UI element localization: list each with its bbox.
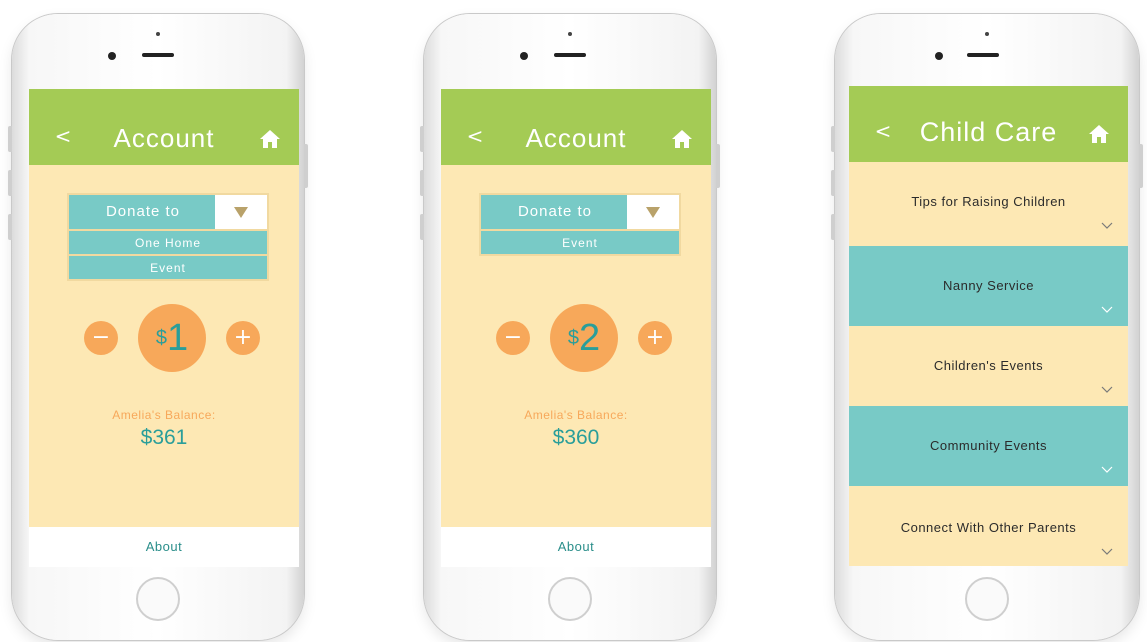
donate-dropdown[interactable]: Donate to Event bbox=[479, 193, 681, 256]
home-icon[interactable] bbox=[259, 129, 281, 149]
phone-home-button bbox=[136, 577, 180, 621]
dropdown-option-event[interactable]: Event bbox=[479, 231, 681, 256]
chevron-down-icon bbox=[1101, 466, 1113, 473]
phone-mockup-2: < Account Donate to Event − $2 + Amelia'… bbox=[420, 14, 720, 640]
proximity-sensor bbox=[985, 32, 989, 36]
balance-label: Amelia's Balance: bbox=[524, 408, 628, 422]
phone-mockup-1: < Account Donate to One Home Event − $1 … bbox=[8, 14, 308, 640]
proximity-sensor bbox=[156, 32, 160, 36]
dropdown-option-event[interactable]: Event bbox=[67, 256, 269, 281]
child-care-screen: < Child Care Tips for Raising Children N… bbox=[849, 86, 1128, 566]
amount-stepper: − $2 + bbox=[441, 303, 711, 373]
menu-item-label: Nanny Service bbox=[942, 278, 1035, 293]
about-link[interactable]: About bbox=[441, 527, 711, 567]
currency-symbol: $ bbox=[155, 327, 167, 349]
amount-display: $2 bbox=[550, 304, 618, 372]
increment-button[interactable]: + bbox=[638, 321, 672, 355]
menu-item-label: Children's Events bbox=[933, 358, 1044, 373]
app-header: < Account bbox=[441, 89, 711, 165]
dropdown-header[interactable]: Donate to bbox=[479, 193, 681, 231]
triangle-down-icon[interactable] bbox=[215, 195, 267, 229]
amount-stepper: − $1 + bbox=[29, 303, 299, 373]
dropdown-label: Donate to bbox=[105, 203, 181, 220]
chevron-down-icon bbox=[1101, 548, 1113, 555]
increment-button[interactable]: + bbox=[226, 321, 260, 355]
app-header: < Child Care bbox=[849, 86, 1128, 162]
account-screen: < Account Donate to Event − $2 + Amelia'… bbox=[441, 89, 711, 567]
dropdown-label: Donate to bbox=[517, 203, 593, 220]
menu-item-childrens-events[interactable]: Children's Events bbox=[849, 326, 1128, 406]
front-camera bbox=[520, 52, 528, 60]
chevron-down-icon bbox=[1101, 306, 1113, 313]
chevron-down-icon bbox=[1101, 386, 1113, 393]
dropdown-header[interactable]: Donate to bbox=[67, 193, 269, 231]
front-camera bbox=[108, 52, 116, 60]
earpiece-speaker bbox=[554, 53, 586, 57]
phone-home-button bbox=[965, 577, 1009, 621]
dropdown-option-one-home[interactable]: One Home bbox=[67, 231, 269, 256]
balance-value: $361 bbox=[140, 426, 188, 449]
front-camera bbox=[935, 52, 943, 60]
currency-symbol: $ bbox=[567, 327, 579, 349]
triangle-down-icon[interactable] bbox=[627, 195, 679, 229]
menu-item-label: Connect With Other Parents bbox=[900, 520, 1077, 535]
page-title: Child Care bbox=[919, 117, 1058, 147]
about-link[interactable]: About bbox=[29, 527, 299, 567]
decrement-button[interactable]: − bbox=[496, 321, 530, 355]
menu-item-tips-for-raising-children[interactable]: Tips for Raising Children bbox=[849, 162, 1128, 242]
earpiece-speaker bbox=[142, 53, 174, 57]
balance-label: Amelia's Balance: bbox=[112, 408, 216, 422]
phone-mockup-3: < Child Care Tips for Raising Children N… bbox=[831, 14, 1143, 640]
donate-dropdown[interactable]: Donate to One Home Event bbox=[67, 193, 269, 281]
phone-home-button bbox=[548, 577, 592, 621]
balance-value: $360 bbox=[552, 426, 600, 449]
amount-value: 2 bbox=[578, 317, 601, 359]
menu-item-label: Tips for Raising Children bbox=[911, 194, 1066, 209]
earpiece-speaker bbox=[967, 53, 999, 57]
menu-item-label: Community Events bbox=[929, 438, 1048, 453]
proximity-sensor bbox=[568, 32, 572, 36]
chevron-down-icon bbox=[1101, 222, 1113, 229]
home-icon[interactable] bbox=[1088, 124, 1110, 144]
account-screen: < Account Donate to One Home Event − $1 … bbox=[29, 89, 299, 567]
decrement-button[interactable]: − bbox=[84, 321, 118, 355]
app-header: < Account bbox=[29, 89, 299, 165]
menu-item-community-events[interactable]: Community Events bbox=[849, 406, 1128, 486]
menu-item-nanny-service[interactable]: Nanny Service bbox=[849, 246, 1128, 326]
menu-item-connect-with-other-parents[interactable]: Connect With Other Parents bbox=[849, 488, 1128, 566]
amount-display: $1 bbox=[138, 304, 206, 372]
home-icon[interactable] bbox=[671, 129, 693, 149]
amount-value: 1 bbox=[166, 317, 189, 359]
